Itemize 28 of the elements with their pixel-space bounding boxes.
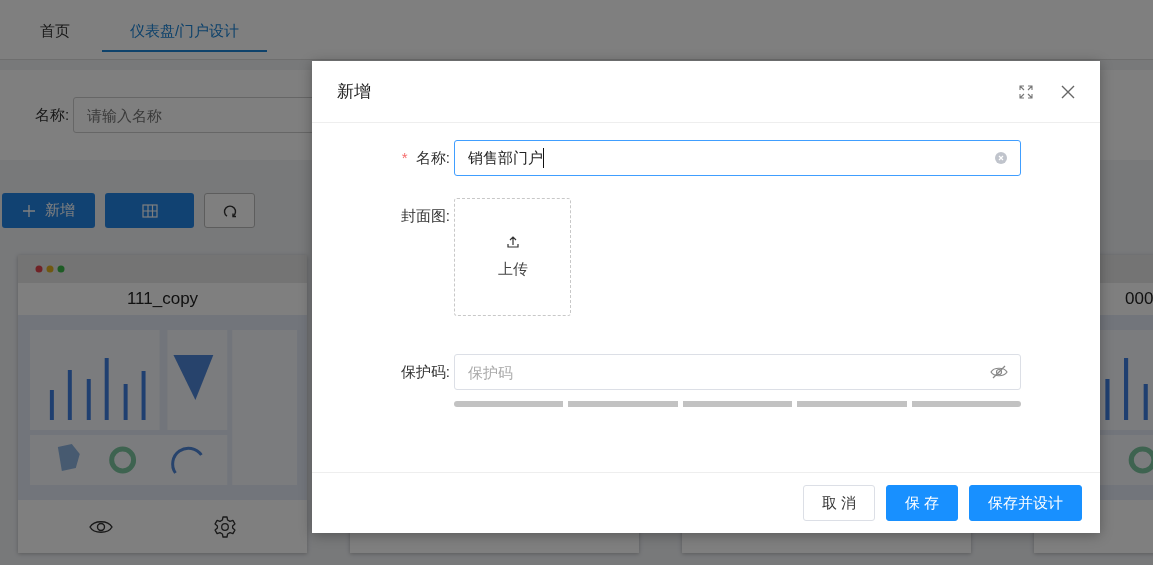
field-label: 封面图: [400, 207, 450, 224]
field-label: 名称: [415, 149, 450, 166]
save-button[interactable]: 保存并设计 [969, 485, 1082, 521]
plus-icon [22, 204, 35, 217]
upload-icon [506, 235, 519, 248]
cancel-button[interactable]: 取 消 [802, 485, 875, 521]
settings-icon[interactable] [214, 515, 237, 538]
fullscreen-icon[interactable] [1019, 84, 1033, 99]
card-title: 000 [1124, 288, 1153, 310]
close-icon[interactable] [1061, 84, 1075, 99]
tab[interactable]: 仪表盘/门户设计 [102, 0, 268, 52]
dashboard-card[interactable]: 111_copy [18, 255, 307, 553]
grid-icon [141, 203, 158, 218]
window-dots-icon [35, 265, 65, 273]
required-mark: * [401, 149, 408, 166]
search-label: 名称: [35, 105, 70, 125]
save-button[interactable]: 保 存 [885, 485, 958, 521]
name-field[interactable]: 销售部门户 [454, 140, 1021, 176]
tab[interactable]: 首页 [20, 0, 90, 50]
card-title: 111_copy [125, 288, 200, 310]
eye-off-icon[interactable] [990, 365, 1008, 379]
refresh-button[interactable] [204, 193, 255, 228]
refresh-icon [222, 203, 237, 218]
upload-button[interactable]: 上传 [454, 198, 571, 316]
field-label: 保护码: [400, 363, 450, 380]
password-field[interactable]: 保护码 [454, 354, 1021, 390]
add-button[interactable]: 新增 [2, 193, 95, 228]
eye-icon[interactable] [88, 518, 113, 535]
